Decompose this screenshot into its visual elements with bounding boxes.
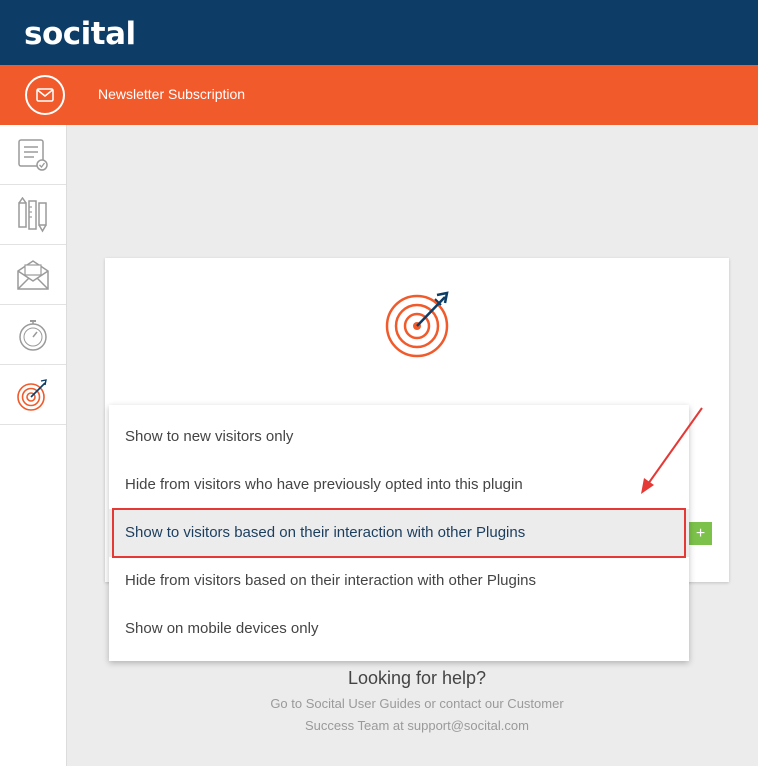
help-title: Looking for help? [347,668,487,688]
annotation-arrow [641,407,703,494]
help-text-line-2: Success Team at support@socital.com [305,718,529,733]
help-section: Looking for help? Go to Socital User Gui… [170,663,664,737]
help-text-line-1: Go to Socital User Guides or contact our… [270,696,564,711]
